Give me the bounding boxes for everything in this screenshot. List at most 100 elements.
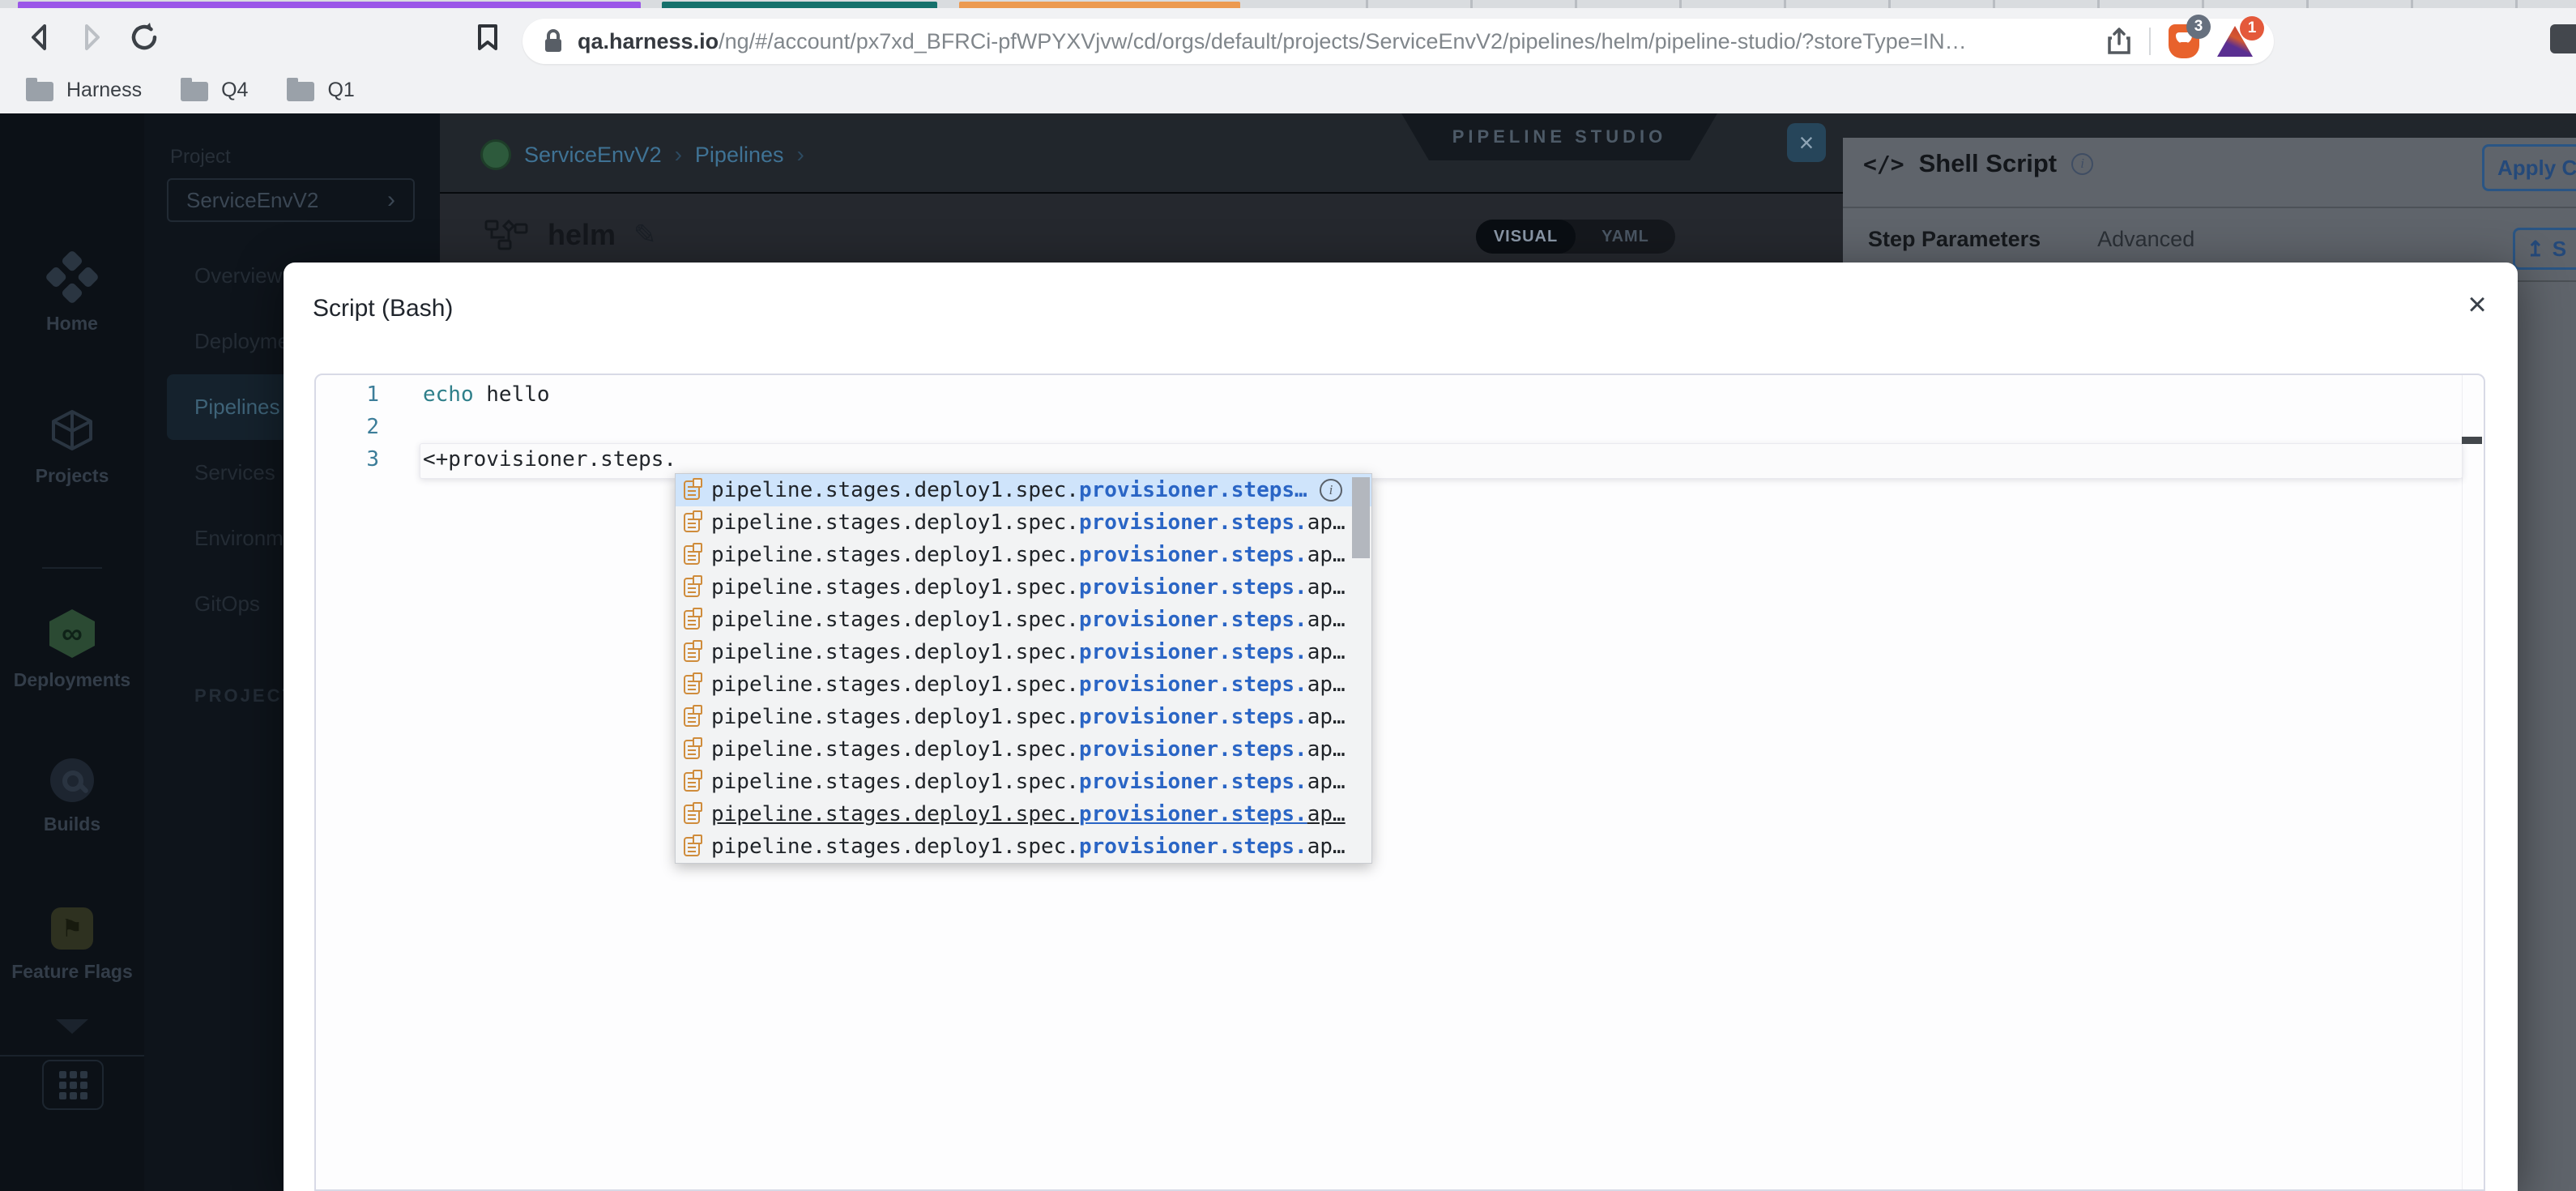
- divider: [0, 1055, 144, 1057]
- project-selector[interactable]: ServiceEnvV2 ›: [167, 178, 415, 222]
- folder-icon: [181, 78, 209, 101]
- share-icon[interactable]: [2107, 28, 2131, 55]
- back-button[interactable]: [21, 19, 57, 55]
- script-editor-modal: Script (Bash) × 1 echo hello 2 3 <+provi…: [284, 263, 2518, 1191]
- step-panel-tabs: Step Parameters Advanced: [1868, 227, 2194, 252]
- divider: [1843, 207, 2576, 208]
- folder-icon: [26, 78, 53, 101]
- suggestion-item[interactable]: pipeline.stages.deploy1.spec.provisioner…: [676, 506, 1371, 539]
- visual-yaml-toggle: VISUAL YAML: [1476, 220, 1675, 254]
- expression-snippet-icon: [684, 478, 702, 500]
- pipeline-graph-icon: [484, 219, 528, 250]
- suggestion-text: pipeline.stages.deploy1.spec.provisioner…: [711, 770, 1346, 794]
- suggestion-item[interactable]: pipeline.stages.deploy1.spec.provisioner…: [676, 701, 1371, 733]
- reload-button[interactable]: [126, 19, 162, 55]
- suggestion-item[interactable]: pipeline.stages.deploy1.spec.provisioner…: [676, 798, 1371, 830]
- collapsed-tabs[interactable]: [1264, 0, 2576, 8]
- modal-close-button[interactable]: ×: [2459, 287, 2495, 322]
- suggestion-text: pipeline.stages.deploy1.spec.provisioner…: [711, 608, 1346, 632]
- code-editor[interactable]: 1 echo hello 2 3 <+provisioner.steps. pi…: [314, 374, 2485, 1191]
- breadcrumb-pipelines[interactable]: Pipelines: [695, 143, 784, 168]
- sidebar-item-projects[interactable]: Projects: [0, 407, 144, 487]
- feature-flags-icon: ⚑: [51, 907, 93, 950]
- extensions-icon[interactable]: [2550, 24, 2576, 53]
- code-icon: </>: [1863, 150, 1904, 177]
- suggestion-text: pipeline.stages.deploy1.spec.provisioner…: [711, 575, 1346, 600]
- deployments-icon: ∞: [49, 609, 95, 658]
- dropdown-scrollbar[interactable]: [1352, 477, 1370, 558]
- suggestion-item[interactable]: pipeline.stages.deploy1.spec.provisioner…: [676, 830, 1371, 863]
- overview-ruler: [2462, 375, 2463, 1189]
- chevron-right-icon: ›: [674, 142, 682, 167]
- bookmark-label: Q4: [221, 78, 249, 101]
- modal-title: Script (Bash): [313, 295, 454, 322]
- toggle-visual[interactable]: VISUAL: [1476, 220, 1576, 254]
- bookmark-label: Harness: [66, 78, 143, 101]
- bookmark-sidebar-icon[interactable]: [470, 19, 505, 55]
- bookmark-folder[interactable]: Harness: [26, 78, 143, 102]
- tab-step-parameters[interactable]: Step Parameters: [1868, 227, 2041, 252]
- brave-shields-button[interactable]: 3: [2169, 15, 2211, 58]
- suggestion-item[interactable]: pipeline.stages.deploy1.spec.provisioner…: [676, 604, 1371, 636]
- url-text[interactable]: qa.harness.io/ng/#/account/px7xd_BFRCi-p…: [578, 29, 2096, 54]
- module-grid-button[interactable]: [42, 1060, 104, 1110]
- suggestion-text: pipeline.stages.deploy1.spec.provisioner…: [711, 802, 1346, 826]
- lock-icon: [545, 29, 561, 52]
- breadcrumb: ServiceEnvV2 › Pipelines ›: [480, 139, 804, 170]
- url-actions: 3 1: [2107, 15, 2264, 58]
- bookmarks-bar: Harness Q4 Q1: [0, 66, 2576, 113]
- suggestion-text: pipeline.stages.deploy1.spec.provisioner…: [711, 835, 1346, 859]
- url-path: /ng/#/account/px7xd_BFRCi-pfWPYXVjvw/cd/…: [719, 28, 1967, 53]
- tab-group-orange[interactable]: [959, 2, 1240, 8]
- tab-advanced[interactable]: Advanced: [2097, 227, 2194, 252]
- editor-line[interactable]: 2: [316, 411, 2484, 443]
- browser-tab-strip[interactable]: [0, 0, 2576, 8]
- tab-group-teal[interactable]: [662, 2, 937, 8]
- suggestion-item[interactable]: pipeline.stages.deploy1.spec.provisioner…: [676, 733, 1371, 766]
- suggestion-item[interactable]: pipeline.stages.deploy1.spec.provisioner…: [676, 474, 1371, 506]
- close-studio-button[interactable]: ×: [1787, 123, 1826, 162]
- expression-snippet-icon: [684, 737, 702, 759]
- code-line: <+provisioner.steps.: [423, 447, 677, 472]
- pipeline-studio-tab: PIPELINE STUDIO: [1401, 113, 1717, 160]
- expression-snippet-icon: [684, 608, 702, 630]
- suggestion-info-icon[interactable]: i: [1320, 479, 1342, 502]
- forward-button[interactable]: [75, 19, 110, 55]
- cursor-ruler-marker: [2462, 437, 2482, 444]
- suggestion-item[interactable]: pipeline.stages.deploy1.spec.provisioner…: [676, 539, 1371, 571]
- sidebar-item-builds[interactable]: Builds: [0, 758, 144, 835]
- more-modules-chevron[interactable]: [0, 1019, 144, 1034]
- edit-pencil-icon[interactable]: ✎: [633, 219, 657, 251]
- line-number: 3: [366, 447, 379, 472]
- upload-arrow-icon: ↥: [2527, 236, 2544, 261]
- panel-top-strip: [1843, 113, 2576, 138]
- expression-snippet-icon: [684, 543, 702, 565]
- browser-chrome: qa.harness.io/ng/#/account/px7xd_BFRCi-p…: [0, 0, 2576, 113]
- save-template-button[interactable]: ↥ S: [2513, 228, 2576, 270]
- close-icon: ×: [1798, 127, 1815, 157]
- chevron-right-icon: ›: [796, 142, 804, 167]
- suggestion-item[interactable]: pipeline.stages.deploy1.spec.provisioner…: [676, 668, 1371, 701]
- toggle-yaml[interactable]: YAML: [1576, 220, 1675, 254]
- suggestion-item[interactable]: pipeline.stages.deploy1.spec.provisioner…: [676, 636, 1371, 668]
- suggestion-item[interactable]: pipeline.stages.deploy1.spec.provisioner…: [676, 571, 1371, 604]
- brave-rewards-button[interactable]: 1: [2217, 16, 2264, 57]
- sidebar-item-feature-flags[interactable]: ⚑ Feature Flags: [0, 907, 144, 983]
- tab-group-purple[interactable]: [18, 2, 641, 8]
- suggestion-item[interactable]: pipeline.stages.deploy1.spec.provisioner…: [676, 766, 1371, 798]
- bookmark-folder[interactable]: Q4: [181, 78, 249, 102]
- screen: qa.harness.io/ng/#/account/px7xd_BFRCi-p…: [0, 0, 2576, 1191]
- info-icon[interactable]: i: [2071, 152, 2094, 175]
- apply-changes-button[interactable]: Apply Ch: [2482, 144, 2576, 191]
- divider: [42, 567, 102, 569]
- bookmark-folder[interactable]: Q1: [287, 78, 355, 102]
- editor-line[interactable]: 1 echo hello: [316, 378, 2484, 411]
- url-bar[interactable]: qa.harness.io/ng/#/account/px7xd_BFRCi-p…: [522, 15, 2274, 64]
- sidebar-item-deployments[interactable]: ∞ Deployments: [0, 609, 144, 691]
- breadcrumb-project[interactable]: ServiceEnvV2: [524, 143, 662, 168]
- expression-snippet-icon: [684, 640, 702, 662]
- box-icon: [52, 410, 92, 450]
- sidebar-item-home[interactable]: Home: [0, 250, 144, 335]
- suggestion-text: pipeline.stages.deploy1.spec.provisioner…: [711, 672, 1346, 697]
- expression-snippet-icon: [684, 510, 702, 532]
